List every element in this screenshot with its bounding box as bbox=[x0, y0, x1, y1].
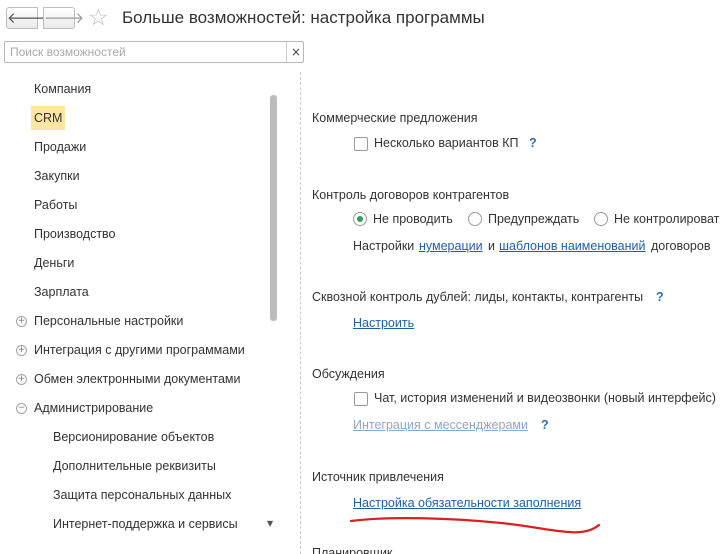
sidebar-item-crm[interactable]: CRM bbox=[31, 106, 66, 130]
scroll-down-icon[interactable]: ▼ bbox=[267, 519, 273, 528]
sidebar-item-label: Закупки bbox=[34, 169, 80, 183]
forward-button[interactable]: 🡒 bbox=[43, 7, 84, 29]
arrow-right-icon: 🡒 bbox=[44, 9, 85, 27]
favorite-star-icon[interactable]: ☆ bbox=[88, 4, 109, 32]
sidebar-item-label: Персональные настройки bbox=[34, 314, 184, 328]
search-input[interactable] bbox=[5, 42, 285, 62]
expand-icon[interactable]: + bbox=[16, 374, 27, 385]
collapse-icon[interactable]: − bbox=[16, 403, 27, 414]
sidebar-item-company[interactable]: Компания bbox=[34, 77, 91, 101]
sidebar-item-purchases[interactable]: Закупки bbox=[34, 164, 80, 188]
sidebar-item-works[interactable]: Работы bbox=[34, 193, 77, 217]
sidebar-item-label: Компания bbox=[34, 82, 92, 96]
planner-heading: Планировщик bbox=[312, 546, 393, 554]
sidebar-item-versioning[interactable]: Версионирование объектов bbox=[53, 425, 214, 449]
clear-search-button[interactable]: × bbox=[286, 42, 305, 62]
sidebar-item-label: Продажи bbox=[34, 140, 87, 154]
sidebar-item-money[interactable]: Деньги bbox=[34, 251, 74, 275]
sidebar-item-administration[interactable]: Администрирование bbox=[34, 396, 153, 420]
sidebar-scrollbar[interactable] bbox=[270, 95, 277, 515]
expand-icon[interactable]: + bbox=[16, 345, 27, 356]
sidebar-item-personal-data[interactable]: Защита персональных данных bbox=[53, 483, 231, 507]
sidebar-item-label: Обмен электронными документами bbox=[34, 372, 241, 386]
sidebar-item-label: Интернет-поддержка и сервисы bbox=[53, 517, 238, 531]
sidebar-item-internet-support[interactable]: Интернет-поддержка и сервисы bbox=[53, 512, 238, 536]
sidebar-item-additional-attributes[interactable]: Дополнительные реквизиты bbox=[53, 454, 216, 478]
sidebar-item-label: Интеграция с другими программами bbox=[34, 343, 245, 357]
scrollbar-thumb[interactable] bbox=[270, 95, 277, 321]
close-icon: × bbox=[290, 45, 302, 59]
expand-icon[interactable]: + bbox=[16, 316, 27, 327]
sidebar-item-integration[interactable]: Интеграция с другими программами bbox=[34, 338, 245, 362]
sidebar-item-label: Администрирование bbox=[34, 401, 154, 415]
sidebar-item-label: Производство bbox=[34, 227, 116, 241]
window-title: Больше возможностей: настройка программы bbox=[122, 8, 485, 27]
arrow-left-icon: 🡐 bbox=[7, 9, 48, 27]
sidebar-item-sales[interactable]: Продажи bbox=[34, 135, 86, 159]
sidebar-item-edo[interactable]: Обмен электронными документами bbox=[34, 367, 240, 391]
sidebar-item-label: CRM bbox=[34, 111, 63, 125]
title-bar: 🡐 🡒 ☆ Больше возможностей: настройка про… bbox=[0, 0, 720, 38]
sidebar-item-label: Работы bbox=[34, 198, 78, 212]
red-annotation-stroke bbox=[349, 517, 601, 534]
sidebar-item-label: Зарплата bbox=[34, 285, 89, 299]
sidebar-item-salary[interactable]: Зарплата bbox=[34, 280, 89, 304]
sidebar-item-label: Версионирование объектов bbox=[53, 430, 215, 444]
settings-content: ' ' ' ' ' Коммерческие предложения Неско… bbox=[301, 72, 720, 554]
sidebar: Компания CRM Продажи Закупки Работы Прои… bbox=[0, 72, 300, 554]
sidebar-item-label: Защита персональных данных bbox=[53, 488, 232, 502]
sidebar-item-label: Дополнительные реквизиты bbox=[53, 459, 216, 473]
sidebar-item-production[interactable]: Производство bbox=[34, 222, 116, 246]
sidebar-item-label: Деньги bbox=[34, 256, 75, 270]
sidebar-item-personal-settings[interactable]: Персональные настройки bbox=[34, 309, 183, 333]
back-button[interactable]: 🡐 bbox=[6, 7, 47, 29]
search-box: × bbox=[4, 41, 304, 63]
